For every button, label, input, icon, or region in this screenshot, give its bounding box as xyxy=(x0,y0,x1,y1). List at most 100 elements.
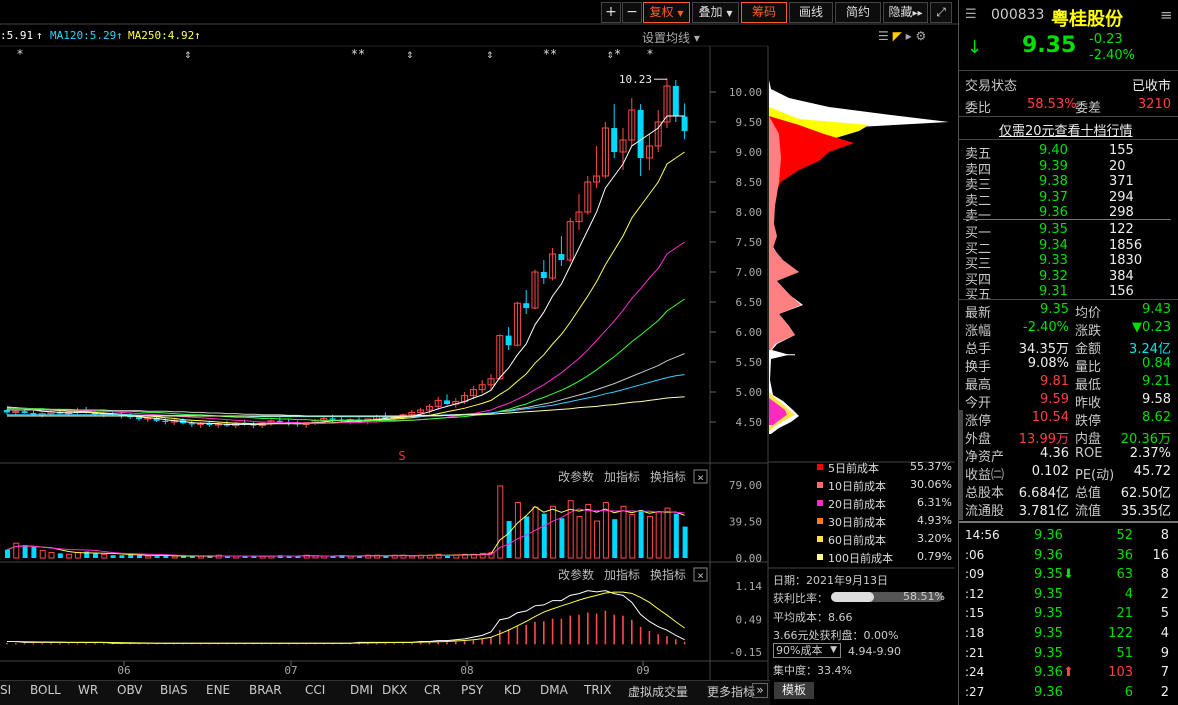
indicator-tab[interactable]: BIAS xyxy=(160,683,188,697)
time-tick-label: 09 xyxy=(636,664,649,677)
level2-link[interactable]: 仅需20元查看十档行情 xyxy=(999,120,1133,139)
list-icon[interactable]: ☰ xyxy=(878,29,889,43)
zoom-out-button[interactable]: − xyxy=(622,2,642,23)
stat-row: 最高 9.81 最低 9.21 xyxy=(959,373,1178,393)
weibi-value: 58.53% xyxy=(1027,97,1077,112)
yincang-button[interactable]: 隐藏▸▸ xyxy=(883,2,928,23)
tick-volume: 103 xyxy=(1108,665,1133,681)
ask-price: 9.39 xyxy=(1039,158,1068,174)
bid-volume: 122 xyxy=(1109,222,1134,237)
template-button[interactable]: 模板 xyxy=(774,682,814,699)
stat-row: 最新 9.35 均价 9.43 xyxy=(959,301,1178,321)
arrow-up-icon: ↑ xyxy=(194,29,201,42)
legend-pct: 3.20% xyxy=(917,532,952,545)
scrollbar[interactable] xyxy=(959,410,963,520)
indicator-tab[interactable]: ENE xyxy=(206,683,230,697)
chouma-button[interactable]: 筹码 xyxy=(741,2,787,23)
indicator-tab[interactable]: WR xyxy=(78,683,98,697)
indicator-tab[interactable]: TRIX xyxy=(584,683,611,697)
dropdown-icon: ▼ xyxy=(726,9,733,18)
cost-select[interactable]: 90%成本 ▼ xyxy=(773,643,841,658)
tick-price: 9.36 xyxy=(1034,528,1063,543)
price-tick-label: 10.00 xyxy=(729,86,762,99)
fuquan-label: 复权 xyxy=(649,5,674,19)
indicator-tab[interactable]: DMI xyxy=(350,683,373,697)
fullscreen-button[interactable]: ⤢ xyxy=(930,2,952,23)
stat-row: 总股本 6.684亿 总值 62.50亿 xyxy=(959,481,1178,501)
event-mark: ⇕* xyxy=(607,47,621,61)
tick-count: 9 xyxy=(1160,645,1169,661)
close-icon: × xyxy=(697,569,704,582)
yincang-label: 隐藏 xyxy=(888,5,913,19)
dropdown-icon: ▼ xyxy=(677,9,684,18)
price-tick-label: 9.50 xyxy=(736,116,763,129)
arrow-up-icon: ↑ xyxy=(116,29,123,42)
indicator-tool-button[interactable]: 改参数 xyxy=(558,567,594,582)
price-tick-label: 7.50 xyxy=(736,236,763,249)
tick-price: 9.35 xyxy=(1034,645,1063,661)
gear-icon[interactable]: ⚙ xyxy=(916,29,927,43)
indicator-tab[interactable]: 更多指标 xyxy=(707,683,755,700)
ma-settings-button[interactable]: 设置均线 ▾ xyxy=(642,29,700,46)
candle-body xyxy=(637,110,644,158)
indicator-tab[interactable]: SI xyxy=(0,683,11,697)
high-price-label: 10.23 xyxy=(619,73,652,86)
huaxian-button[interactable]: 画线 xyxy=(789,2,833,23)
more-tabs-button[interactable]: » xyxy=(752,683,768,698)
ask-volume: 298 xyxy=(1109,205,1134,220)
tick-count: 2 xyxy=(1160,586,1169,602)
indicator-tab[interactable]: DMA xyxy=(540,683,568,697)
legend-name: 30日前成本 xyxy=(828,516,886,529)
indicator-tool-button[interactable]: 加指标 xyxy=(604,567,640,582)
indicator-tab[interactable]: OBV xyxy=(117,683,143,697)
indicator-tool-button[interactable]: 加指标 xyxy=(604,469,640,484)
indicator-tab[interactable]: PSY xyxy=(461,683,483,697)
ask-price: 9.38 xyxy=(1039,174,1068,189)
diejia-button[interactable]: 叠加 ▼ xyxy=(692,2,739,23)
stat-value: 9.08% xyxy=(1027,356,1069,371)
indicator-tab[interactable]: DKX xyxy=(382,683,407,697)
fuquan-button[interactable]: 复权 ▼ xyxy=(643,2,690,23)
quote-panel: ☰ 000833 粤桂股份 ≡ ↓ 9.35 -0.23 -2.40% 交易状态… xyxy=(958,0,1178,705)
indicator-tick-label: 1.14 xyxy=(736,580,763,593)
price-tick-label: 7.00 xyxy=(736,266,763,279)
tick-row: :06 9.36 36 16 xyxy=(959,547,1178,565)
arrow-up-icon: ↑ xyxy=(36,29,43,42)
tick-price: 9.36 xyxy=(1034,665,1063,681)
price-tick-label: 8.50 xyxy=(736,176,763,189)
legend-name: 5日前成本 xyxy=(828,462,879,475)
indicator-tab[interactable]: KD xyxy=(504,683,521,697)
price-tick-label: 6.50 xyxy=(736,296,763,309)
indicator-tool-button[interactable]: 换指标 xyxy=(650,567,686,582)
cost-select-label: 90%成本 xyxy=(776,644,823,657)
profit-at-price-row: 3.66元处获利盘：0.00% xyxy=(773,629,899,642)
volume-bar xyxy=(137,555,142,558)
tick-volume: 21 xyxy=(1116,606,1133,622)
stat-value: 35.35亿 xyxy=(1120,504,1171,519)
tick-direction-icon: ⬆ xyxy=(1063,665,1074,681)
menu-icon[interactable]: ☰ xyxy=(965,7,977,22)
play-icon[interactable]: ▸ xyxy=(906,29,912,43)
indicator-tab[interactable]: CR xyxy=(424,683,441,697)
indicator-tab[interactable]: CCI xyxy=(305,683,325,697)
jianyue-button[interactable]: 简约 xyxy=(835,2,881,23)
tick-volume: 51 xyxy=(1116,645,1133,661)
indicator-tool-button[interactable]: 换指标 xyxy=(650,469,686,484)
fav-icon[interactable]: ≡ xyxy=(1160,6,1173,24)
tick-price: 9.35 xyxy=(1034,626,1063,641)
tick-count: 7 xyxy=(1160,665,1169,681)
volume-bar xyxy=(93,553,98,558)
trade-state-value: 已收市 xyxy=(1131,79,1171,94)
indicator-tab[interactable]: 虚拟成交量 xyxy=(628,683,688,700)
last-price: 9.35 xyxy=(1022,33,1077,58)
indicator-tool-button[interactable]: 改参数 xyxy=(558,469,594,484)
indicator-tabs: SI BOLL WR OBV BIAS ENE BRAR CCI DMI DKX CR PSY KD DM… xyxy=(0,680,770,705)
flag-icon[interactable]: ◤ xyxy=(893,29,902,43)
stat-row: 涨幅 -2.40% 涨跌 ▼0.23 xyxy=(959,319,1178,339)
zoom-in-button[interactable]: + xyxy=(601,2,621,23)
indicator-tab[interactable]: BRAR xyxy=(249,683,282,697)
bid-volume: 384 xyxy=(1109,268,1134,284)
stat-value: 2.37% xyxy=(1129,446,1171,461)
indicator-tab[interactable]: BOLL xyxy=(30,683,61,697)
price-arrow-icon: ↓ xyxy=(967,37,983,58)
